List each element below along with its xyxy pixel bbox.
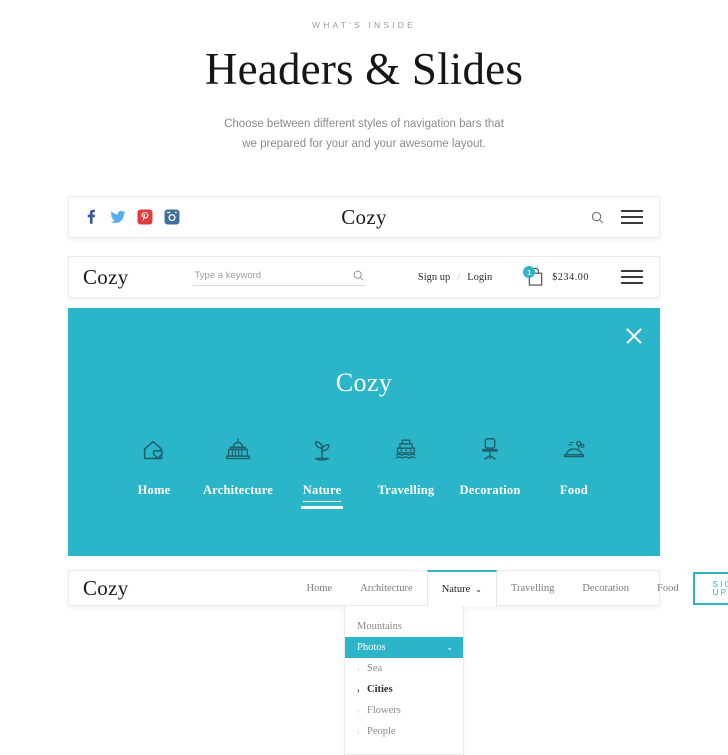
chevron-right-icon: › <box>357 684 360 695</box>
auth-links: Sign up / Login <box>418 272 492 283</box>
page-title: Headers & Slides <box>204 44 524 94</box>
dropdown-item-photos[interactable]: Photos ⌄ <box>345 637 463 658</box>
overlay-menu-item-decoration[interactable]: Decoration <box>448 433 532 501</box>
active-indicator <box>301 506 343 509</box>
instagram-icon[interactable] <box>164 209 180 225</box>
dropdown-item-flowers[interactable]: › Flowers <box>345 700 463 721</box>
close-icon[interactable] <box>624 326 644 346</box>
header-shop-bar: Cozy Sign up / Login 1 $23 <box>68 256 660 298</box>
brand-logo[interactable]: Cozy <box>83 265 129 290</box>
dropdown-item-label: People <box>367 726 396 737</box>
overlay-menu-item-label: Travelling <box>377 483 435 497</box>
overlay-menu-panel: Cozy Home Architecture Nature Travelling… <box>68 308 660 556</box>
facebook-icon[interactable] <box>83 209 99 225</box>
overlay-menu-item-home[interactable]: Home <box>112 433 196 501</box>
login-link[interactable]: Login <box>467 272 492 283</box>
overlay-menu-item-label: Food <box>560 483 588 497</box>
chevron-right-icon: › <box>357 727 360 736</box>
nav-item-label: Nature <box>441 584 471 595</box>
search-input[interactable] <box>192 268 352 282</box>
chevron-right-icon: › <box>357 664 360 673</box>
office-chair-icon <box>448 433 532 467</box>
nav-item-label: Food <box>657 582 679 594</box>
brand-logo[interactable]: Cozy <box>83 576 129 601</box>
classical-building-icon <box>196 433 280 467</box>
cart-total: $234.00 <box>552 271 589 283</box>
header-social-bar: Cozy <box>68 196 660 238</box>
hamburger-icon[interactable] <box>621 270 643 284</box>
dropdown-item-sea[interactable]: › Sea <box>345 658 463 679</box>
chevron-down-icon: ⌄ <box>475 585 482 594</box>
nature-dropdown-menu: Mountains Photos ⌄ › Sea › Cities › Flow… <box>344 606 464 755</box>
house-heart-icon <box>112 433 196 467</box>
twitter-icon[interactable] <box>110 209 126 225</box>
overlay-menu-item-label: Nature <box>302 483 342 502</box>
signup-button[interactable]: SIGN UP <box>692 571 728 605</box>
nav-item-label: Architecture <box>360 582 413 594</box>
social-icon-group <box>83 209 180 225</box>
overlay-menu-item-travelling[interactable]: Travelling <box>364 433 448 501</box>
page-root: WHAT'S INSIDE Headers & Slides Choose be… <box>0 0 728 755</box>
header-shop-actions: Sign up / Login 1 $234.00 <box>418 266 643 287</box>
dropdown-item-label: Sea <box>367 663 383 674</box>
nav-item-label: Decoration <box>582 582 629 594</box>
dropdown-item-mountains[interactable]: Mountains <box>345 616 463 637</box>
signup-link[interactable]: Sign up <box>418 272 450 283</box>
hamburger-icon[interactable] <box>621 210 643 224</box>
dropdown-item-label: Mountains <box>357 621 402 632</box>
nav-item-label: Travelling <box>510 582 555 594</box>
dropdown-item-cities[interactable]: › Cities <box>345 679 463 700</box>
chevron-right-icon: › <box>357 706 360 715</box>
cart-button[interactable]: 1 $234.00 <box>523 266 589 287</box>
ship-icon <box>364 433 448 467</box>
overlay-menu-item-food[interactable]: Food <box>532 433 616 501</box>
overlay-menu-item-architecture[interactable]: Architecture <box>196 433 280 501</box>
shopping-bag-icon[interactable]: 1 <box>523 266 545 287</box>
overlay-menu-nav: Home Architecture Nature Travelling Deco… <box>68 433 660 509</box>
search-field[interactable] <box>192 268 365 286</box>
pinterest-icon[interactable] <box>137 209 153 225</box>
brand-logo[interactable]: Cozy <box>68 368 660 398</box>
plant-sapling-icon <box>280 433 364 467</box>
header-nav-bar: Cozy Home Architecture Nature ⌄ Travelli… <box>68 570 728 607</box>
food-platter-icon <box>532 433 616 467</box>
dropdown-item-people[interactable]: › People <box>345 721 463 742</box>
page-subtitle: Choose between different styles of navig… <box>224 117 504 150</box>
dropdown-item-label: Cities <box>367 684 393 695</box>
overlay-menu-item-label: Home <box>137 483 171 497</box>
intro-section: WHAT'S INSIDE Headers & Slides Choose be… <box>0 0 728 154</box>
nav-item-food[interactable]: Food <box>643 571 693 605</box>
search-icon[interactable] <box>352 269 365 282</box>
dropdown-item-label: Photos <box>357 642 386 653</box>
nav-item-home[interactable]: Home <box>293 571 347 605</box>
nav-item-nature[interactable]: Nature ⌄ <box>426 570 497 607</box>
nav-item-architecture[interactable]: Architecture <box>346 571 426 605</box>
header-social-actions <box>590 210 643 225</box>
chevron-down-icon: ⌄ <box>446 643 453 652</box>
overlay-menu-item-label: Architecture <box>203 483 273 497</box>
main-nav: Home Architecture Nature ⌄ Travelling De… <box>293 570 693 607</box>
search-icon[interactable] <box>590 210 605 225</box>
overlay-menu-item-label: Decoration <box>459 483 521 497</box>
nav-item-decoration[interactable]: Decoration <box>568 571 643 605</box>
nav-item-travelling[interactable]: Travelling <box>497 571 568 605</box>
nav-item-label: Home <box>306 582 333 594</box>
overlay-menu-item-nature[interactable]: Nature <box>280 433 364 509</box>
auth-separator: / <box>457 271 461 283</box>
dropdown-item-label: Flowers <box>367 705 401 716</box>
page-kicker: WHAT'S INSIDE <box>312 20 416 30</box>
